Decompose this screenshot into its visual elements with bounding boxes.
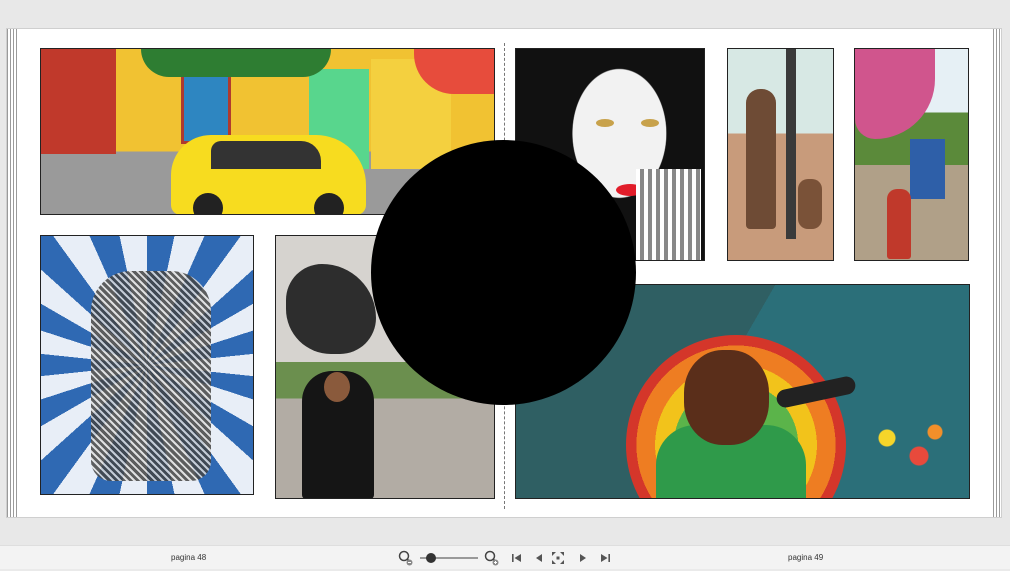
taxi-window [211, 141, 321, 169]
statue-small-figure [798, 179, 822, 229]
last-page-icon[interactable] [598, 551, 612, 565]
mural-eye [641, 119, 659, 127]
zoom-in-icon[interactable] [484, 550, 500, 566]
pegasus-sculpture [286, 264, 376, 354]
singer-face [684, 350, 769, 445]
walking-woman [887, 189, 911, 259]
taxi-wheel [314, 193, 344, 214]
statue-figure [746, 89, 776, 229]
left-page-label: pagina 48 [171, 553, 207, 562]
next-page-icon[interactable] [576, 551, 590, 565]
photobook-viewer [0, 0, 1010, 545]
fit-page-icon[interactable] [551, 551, 565, 565]
photo-bronze-statue [727, 48, 834, 261]
mural-figures [91, 271, 211, 481]
photo-flower-alley [854, 48, 969, 261]
zoom-slider[interactable] [420, 553, 478, 563]
first-page-icon[interactable] [510, 551, 524, 565]
zoom-slider-handle[interactable] [426, 553, 436, 563]
viewer-toolbar: pagina 48 pagina 49 [0, 545, 1010, 569]
yellow-taxi [171, 135, 366, 214]
photo-blue-mural [40, 235, 254, 495]
tree-canopy [141, 49, 331, 77]
white-gate [636, 169, 701, 260]
colored-bubbles [871, 420, 951, 480]
woman-head [324, 372, 350, 402]
page-edge-right [991, 29, 1001, 517]
lamp-pole [786, 49, 796, 239]
taxi-wheel [193, 193, 223, 214]
page-edge-left [7, 29, 17, 517]
redaction-disc [371, 140, 636, 405]
bougainvillea [855, 49, 935, 139]
previous-page-icon[interactable] [532, 551, 546, 565]
right-page-label: pagina 49 [788, 553, 824, 562]
building-red [41, 49, 116, 154]
zoom-out-icon[interactable] [398, 550, 414, 566]
blue-wall [910, 139, 945, 199]
mural-eye [596, 119, 614, 127]
